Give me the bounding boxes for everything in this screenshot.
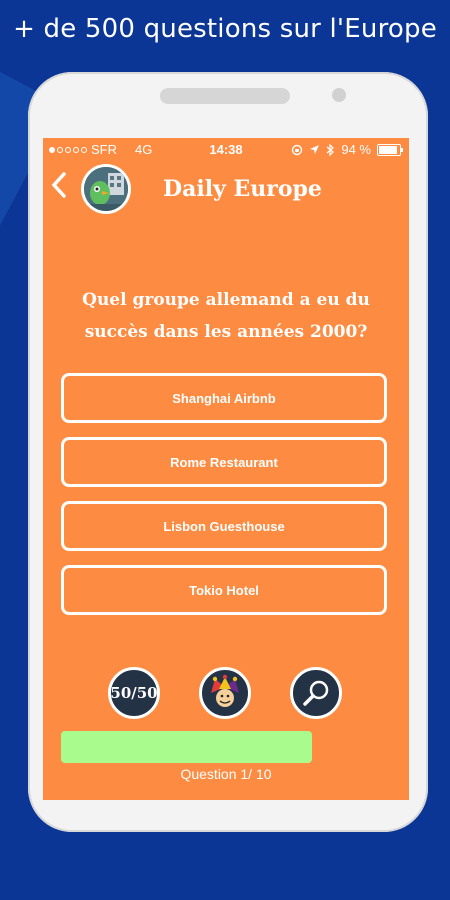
status-bar: SFR 4G 14:38 94 % xyxy=(43,138,409,160)
fifty-fifty-button[interactable]: 50/50 xyxy=(108,667,160,719)
promo-headline: + de 500 questions sur l'Europe xyxy=(13,14,437,44)
answer-button-4[interactable]: Tokio Hotel xyxy=(61,565,387,615)
orientation-lock-icon xyxy=(292,144,303,155)
search-joker-button[interactable] xyxy=(290,667,342,719)
jester-joker-button[interactable] xyxy=(199,667,251,719)
magnifier-icon xyxy=(303,680,329,706)
progress-fill xyxy=(61,731,312,763)
fifty-fifty-label: 50/50 xyxy=(110,684,158,702)
bird-avatar-icon xyxy=(84,167,128,211)
app-screen: SFR 4G 14:38 94 % Daily Europe Quel grou… xyxy=(43,138,409,800)
phone-speaker xyxy=(160,88,290,104)
answer-button-1[interactable]: Shanghai Airbnb xyxy=(61,373,387,423)
question-text: Quel groupe allemand a eu du succès dans… xyxy=(57,284,395,348)
phone-camera xyxy=(332,88,346,102)
battery-icon xyxy=(377,143,403,156)
question-line-2: succès dans les années 2000? xyxy=(84,322,368,342)
bluetooth-icon xyxy=(326,143,335,156)
question-line-1: Quel groupe allemand a eu du xyxy=(82,290,370,310)
progress-label: Question 1/ 10 xyxy=(180,766,272,782)
answer-button-3[interactable]: Lisbon Guesthouse xyxy=(61,501,387,551)
jester-icon xyxy=(211,674,239,707)
answer-button-2[interactable]: Rome Restaurant xyxy=(61,437,387,487)
page-title: Daily Europe xyxy=(163,176,322,202)
chevron-left-icon xyxy=(51,172,66,198)
location-arrow-icon xyxy=(310,145,320,154)
avatar xyxy=(81,164,131,214)
back-button[interactable] xyxy=(51,172,67,205)
battery-percent: 94 % xyxy=(341,142,371,157)
progress-bar xyxy=(61,731,387,763)
